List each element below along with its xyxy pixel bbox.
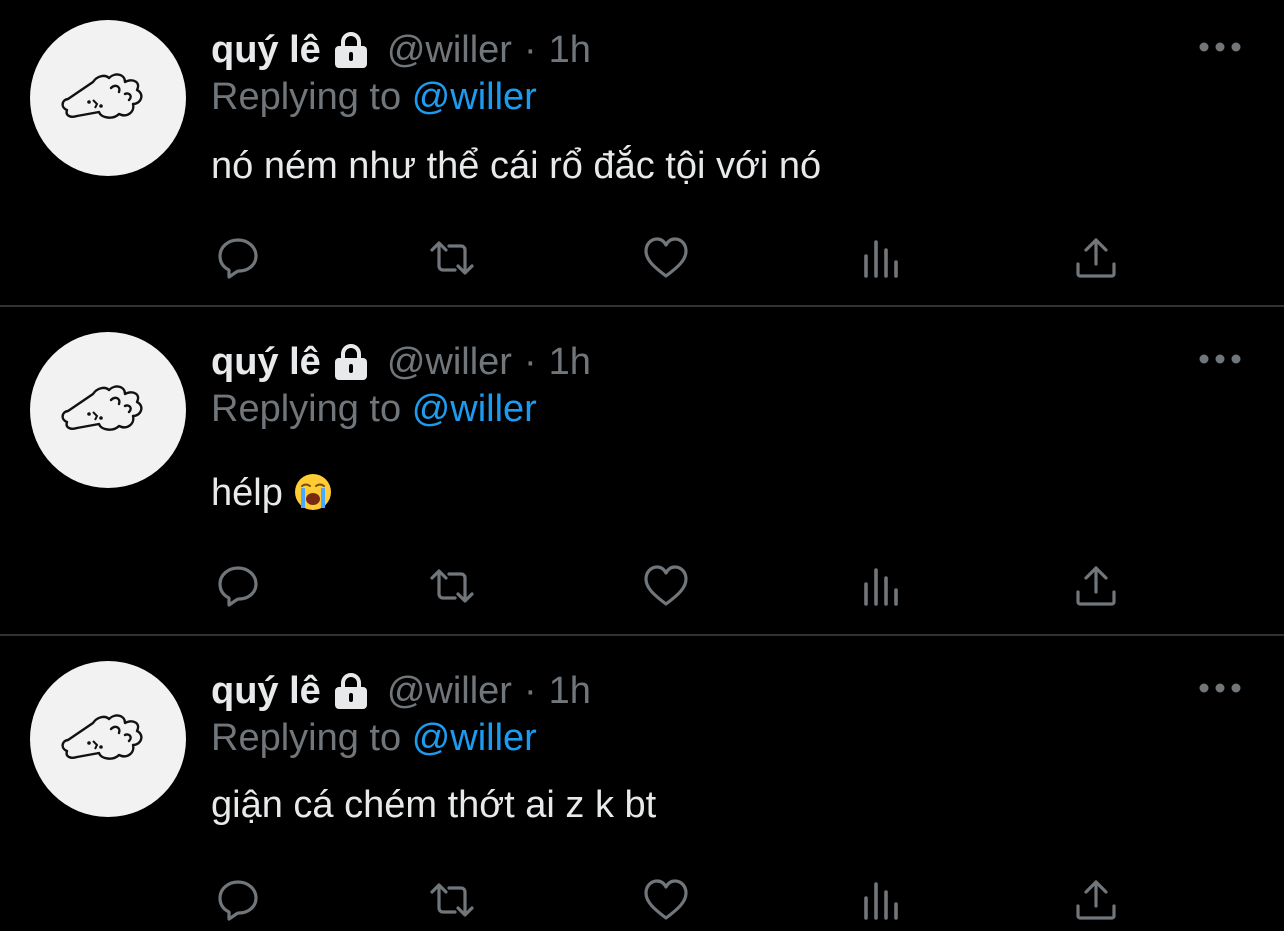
replying-to-line: Replying to @willer <box>211 388 537 431</box>
reply-icon <box>218 566 258 607</box>
lock-icon <box>334 673 367 709</box>
tweet-time[interactable]: 1h <box>549 29 591 72</box>
share-button[interactable] <box>1072 234 1120 282</box>
author-handle[interactable]: @willer <box>387 341 512 384</box>
share-button[interactable] <box>1072 876 1120 924</box>
replying-to-mention[interactable]: @willer <box>412 717 537 759</box>
replying-to-mention[interactable]: @willer <box>412 388 537 430</box>
tweet[interactable]: quý lê @willer · 1h Replying to @willer … <box>0 307 1284 636</box>
like-icon <box>644 237 688 278</box>
views-icon <box>864 240 898 278</box>
author-name[interactable]: quý lê <box>211 670 321 713</box>
more-options-icon[interactable] <box>1198 39 1242 55</box>
avatar[interactable] <box>30 661 186 817</box>
tweet-time[interactable]: 1h <box>549 670 591 713</box>
bear-doodle-icon <box>61 73 143 119</box>
replying-to-mention[interactable]: @willer <box>412 76 537 118</box>
author-name[interactable]: quý lê <box>211 29 321 72</box>
views-button[interactable] <box>858 876 906 924</box>
reply-button[interactable] <box>214 876 262 924</box>
retweet-icon <box>430 883 474 917</box>
tweet-time[interactable]: 1h <box>549 341 591 384</box>
tweet-actions <box>0 562 1284 610</box>
tweet-text: hélp <box>211 472 283 514</box>
like-button[interactable] <box>642 876 690 924</box>
reply-thread: quý lê @willer · 1h Replying to @willer … <box>0 0 1284 931</box>
share-icon <box>1076 880 1116 920</box>
tweet-actions <box>0 234 1284 282</box>
retweet-button[interactable] <box>428 876 476 924</box>
share-button[interactable] <box>1072 562 1120 610</box>
lock-icon <box>334 344 367 380</box>
author-handle[interactable]: @willer <box>387 29 512 72</box>
more-options-icon[interactable] <box>1198 680 1242 696</box>
reply-button[interactable] <box>214 234 262 282</box>
replying-to-label: Replying to <box>211 388 402 430</box>
separator-dot: · <box>523 28 537 71</box>
lock-icon <box>334 32 367 68</box>
share-icon <box>1076 566 1116 606</box>
replying-to-line: Replying to @willer <box>211 717 537 760</box>
replying-to-label: Replying to <box>211 76 402 118</box>
like-button[interactable] <box>642 562 690 610</box>
share-icon <box>1076 238 1116 278</box>
reply-icon <box>218 880 258 921</box>
separator-dot: · <box>523 669 537 712</box>
views-button[interactable] <box>858 562 906 610</box>
separator-dot: · <box>523 340 537 383</box>
loudly-crying-face-icon <box>294 474 331 510</box>
like-icon <box>644 879 688 920</box>
tweet-header: quý lê @willer · 1h <box>211 666 591 716</box>
tweet-header: quý lê @willer · 1h <box>211 337 591 387</box>
tweet-text: giận cá chém thớt ai z k bt <box>211 784 657 826</box>
like-icon <box>644 565 688 606</box>
more-options-icon[interactable] <box>1198 351 1242 367</box>
author-handle[interactable]: @willer <box>387 670 512 713</box>
views-button[interactable] <box>858 234 906 282</box>
reply-icon <box>218 238 258 279</box>
retweet-button[interactable] <box>428 562 476 610</box>
tweet[interactable]: quý lê @willer · 1h Replying to @willer … <box>0 0 1284 307</box>
views-icon <box>864 882 898 920</box>
replying-to-label: Replying to <box>211 717 402 759</box>
reply-button[interactable] <box>214 562 262 610</box>
tweet-text: nó ném như thể cái rổ đắc tội với nó <box>211 145 822 187</box>
tweet-body: hélp <box>211 472 333 515</box>
bear-doodle-icon <box>61 714 143 760</box>
tweet-actions <box>0 876 1284 924</box>
views-icon <box>864 568 898 606</box>
avatar[interactable] <box>30 20 186 176</box>
bear-doodle-icon <box>61 385 143 431</box>
retweet-icon <box>430 569 474 603</box>
tweet[interactable]: quý lê @willer · 1h Replying to @willer … <box>0 636 1284 931</box>
tweet-header: quý lê @willer · 1h <box>211 25 591 75</box>
retweet-button[interactable] <box>428 234 476 282</box>
author-name[interactable]: quý lê <box>211 341 321 384</box>
retweet-icon <box>430 241 474 275</box>
like-button[interactable] <box>642 234 690 282</box>
replying-to-line: Replying to @willer <box>211 76 537 119</box>
avatar[interactable] <box>30 332 186 488</box>
